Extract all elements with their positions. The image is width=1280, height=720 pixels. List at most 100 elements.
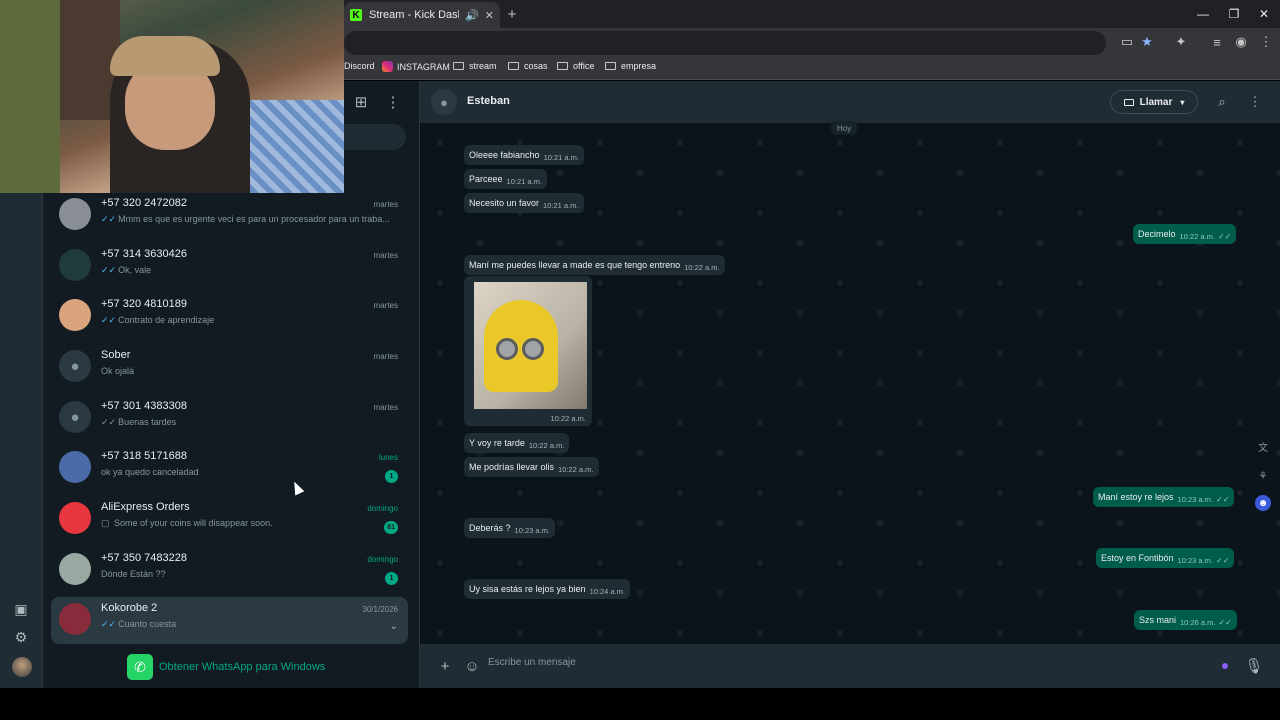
unread-badge: 1 (385, 470, 398, 483)
avatar (59, 553, 91, 585)
chat-list-item[interactable]: +57 320 2472082 martes ✓✓ Mmm es que es u… (51, 196, 408, 246)
new-chat-icon[interactable]: ⊞ (352, 93, 370, 111)
conversation-header: ● Esteban Llamar ▾ ⌕ ⋮ (420, 81, 1280, 123)
message-incoming[interactable]: Me podrías llevar olis 10:22 a.m. (464, 457, 599, 477)
message-time: 10:21 a.m. (543, 201, 579, 210)
bookmark-star-icon[interactable]: ★ (1138, 33, 1156, 51)
contact-avatar[interactable]: ● (431, 89, 457, 115)
message-text: Parceee (469, 174, 503, 184)
chat-preview: ✓✓ Buenas tardes (101, 417, 391, 428)
image-message[interactable]: 10:22 a.m. (464, 276, 592, 426)
message-incoming[interactable]: Parceee 10:21 a.m. (464, 169, 547, 189)
chat-list-item[interactable]: ● Sober martes Ok ojalá (51, 348, 408, 398)
emoji-icon[interactable]: ☺ (462, 656, 482, 676)
message-input[interactable]: Escribe un mensaje (488, 657, 576, 668)
close-tab-icon[interactable]: ✕ (485, 9, 494, 22)
message-outgoing[interactable]: Decimelo 10:22 a.m. ✓✓ (1133, 224, 1237, 244)
meta-ai-icon[interactable] (1222, 663, 1228, 669)
close-window-icon[interactable]: ✕ (1254, 4, 1274, 24)
extension-icon[interactable]: ⚘ (1255, 468, 1271, 484)
translate-icon[interactable]: 文 (1255, 438, 1271, 454)
chat-name: AliExpress Orders (101, 501, 190, 513)
message-time: 10:22 a.m. (528, 441, 565, 450)
media-control-icon[interactable]: ≡ (1208, 33, 1226, 51)
assistant-icon[interactable]: ☻ (1255, 495, 1271, 511)
bookmark-folder-stream[interactable]: stream (453, 61, 497, 71)
address-bar[interactable] (344, 31, 1106, 55)
message-outgoing[interactable]: Estoy en Fontibón 10:23 a.m. ✓✓ (1096, 548, 1235, 568)
chat-list-item[interactable]: +57 314 3630426 martes ✓✓ Ok, vale (51, 247, 408, 297)
sidebar-menu-icon[interactable]: ⋮ (384, 93, 402, 111)
avatar (59, 603, 91, 635)
chat-list-item[interactable]: AliExpress Orders domingo ▢ Some of your… (51, 500, 408, 550)
bookmark-instagram[interactable]: INSTAGRAM (382, 61, 450, 72)
new-tab-button[interactable]: + (503, 5, 521, 23)
double-check-icon: ✓✓ (1217, 232, 1232, 241)
message-incoming[interactable]: Necesito un favor 10:21 a.m. (464, 193, 584, 213)
message-incoming[interactable]: Maní me puedes llevar a made es que teng… (464, 255, 725, 275)
double-check-icon: ✓✓ (101, 315, 117, 325)
message-text: Oleeee fabiancho (469, 150, 540, 160)
message-outgoing[interactable]: Szs mani 10:26 a.m. ✓✓ (1134, 610, 1237, 630)
browser-tab[interactable]: K Stream - Kick Dashboard 🔊 ✕ (344, 2, 500, 28)
bookmark-label: empresa (621, 61, 657, 71)
message-text: Maní estoy re lejos (1098, 492, 1174, 502)
message-time: 10:24 a.m. (589, 587, 626, 596)
avatar (59, 299, 91, 331)
chat-list-item[interactable]: +57 320 4810189 martes ✓✓ Contrato de apr… (51, 297, 408, 347)
message-text: Szs mani (1139, 615, 1177, 625)
bookmark-label: Discord (344, 61, 375, 71)
chat-time: martes (373, 301, 398, 310)
speaker-icon[interactable]: 🔊 (465, 9, 479, 22)
kick-favicon-icon: K (350, 9, 362, 21)
call-button[interactable]: Llamar ▾ (1110, 90, 1198, 114)
minion-figure (484, 300, 558, 392)
contact-name[interactable]: Esteban (467, 95, 510, 107)
profile-avatar[interactable] (12, 657, 32, 677)
message-incoming[interactable]: Oleeee fabiancho 10:21 a.m. (464, 145, 585, 165)
cast-icon[interactable]: ▭ (1118, 33, 1136, 51)
message-incoming[interactable]: Uy sisa estás re lejos ya bien 10:24 a.m. (464, 579, 631, 599)
avatar (59, 451, 91, 483)
bookmark-label: office (573, 61, 595, 71)
chat-time: martes (373, 352, 398, 361)
chat-list-item[interactable]: +57 318 5171688 lunes ok ya quedo cancel… (51, 449, 408, 499)
webcam-wall (0, 0, 60, 193)
message-text: Uy sisa estás re lejos ya bien (469, 584, 586, 594)
bookmark-folder-empresa[interactable]: empresa (605, 61, 656, 71)
extensions-icon[interactable]: ✦ (1172, 33, 1190, 51)
attach-plus-icon[interactable]: + (435, 656, 455, 676)
message-text: Necesito un favor (469, 198, 540, 208)
profile-icon[interactable]: ◉ (1232, 33, 1250, 51)
microphone-icon[interactable]: 🎙 (1244, 656, 1264, 676)
bookmark-label: INSTAGRAM (397, 61, 450, 72)
message-text: Maní me puedes llevar a made es que teng… (469, 260, 681, 270)
restore-icon[interactable]: ❐ (1224, 4, 1244, 24)
message-incoming[interactable]: Y voy re tarde 10:22 a.m. (464, 433, 570, 453)
bookmark-label: cosas (524, 61, 548, 71)
chat-list-item[interactable]: +57 350 7483228 domingo Dónde Están ?? 1 (51, 551, 408, 601)
chat-preview-text: Cuanto cuesta (118, 619, 177, 629)
message-time: 10:21 a.m. (543, 153, 580, 162)
chat-time: lunes (378, 453, 398, 462)
conversation-panel: ● Esteban Llamar ▾ ⌕ ⋮ Hoy Oleeee fabian… (420, 81, 1280, 688)
bookmark-folder-cosas[interactable]: cosas (508, 61, 548, 71)
minimize-icon[interactable]: — (1193, 4, 1213, 24)
settings-icon[interactable]: ⚙ (12, 628, 30, 646)
chat-list-item[interactable]: ● +57 301 4383308 martes ✓✓ Buenas tardes (51, 399, 408, 449)
message-text: Y voy re tarde (469, 438, 525, 448)
message-outgoing[interactable]: Maní estoy re lejos 10:23 a.m. ✓✓ (1093, 487, 1235, 507)
message-time: 10:23 a.m. (1177, 556, 1213, 565)
chevron-down-icon[interactable]: ⌄ (390, 621, 398, 632)
browser-menu-icon[interactable]: ⋮ (1257, 33, 1275, 51)
folder-icon (508, 62, 519, 70)
menu-icon[interactable]: ⋮ (1246, 93, 1264, 111)
bookmark-discord[interactable]: Discord (344, 61, 375, 71)
bookmark-folder-office[interactable]: office (557, 61, 594, 71)
chat-list-item-active[interactable]: Kokorobe 2 30/1/2026 ✓✓ Cuanto cuesta ⌄ (51, 597, 408, 644)
chat-time: 30/1/2026 (362, 605, 398, 614)
media-gallery-icon[interactable]: ▣ (12, 600, 30, 618)
get-whatsapp-link[interactable]: ✆ Obtener WhatsApp para Windows (127, 654, 325, 680)
search-icon[interactable]: ⌕ (1213, 93, 1231, 111)
message-incoming[interactable]: Deberás ? 10:23 a.m. (464, 518, 555, 538)
